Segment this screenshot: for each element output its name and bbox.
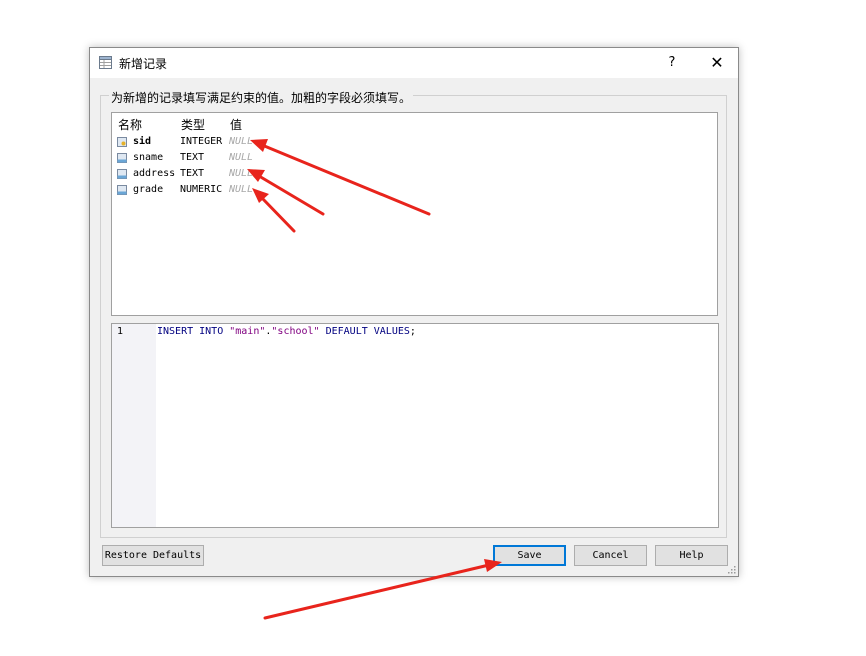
arrow-head bbox=[247, 169, 265, 182]
annotation-arrow bbox=[263, 563, 491, 620]
arrow-head bbox=[484, 559, 502, 572]
annotation-arrow bbox=[260, 196, 296, 233]
arrow-head bbox=[250, 139, 268, 152]
annotation-arrows bbox=[247, 139, 502, 620]
annotation-arrow bbox=[257, 174, 325, 216]
annotation-arrow bbox=[260, 143, 431, 216]
